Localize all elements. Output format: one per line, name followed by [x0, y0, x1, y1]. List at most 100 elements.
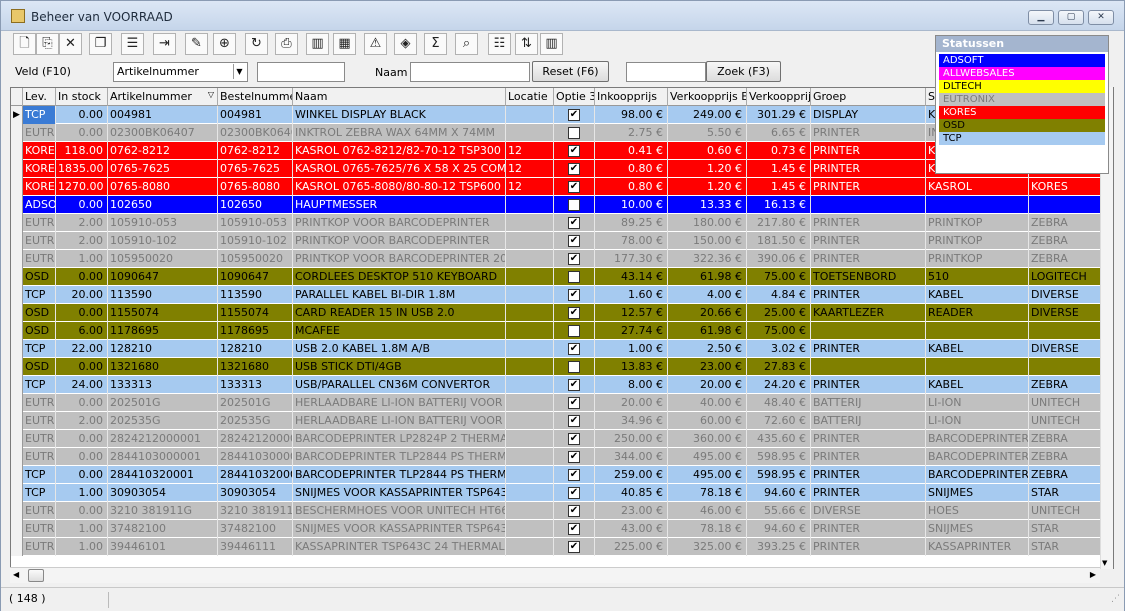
- row-indicator[interactable]: [11, 394, 23, 412]
- checkbox-checked[interactable]: ✔: [568, 451, 580, 463]
- delete-button[interactable]: ✕: [59, 33, 82, 55]
- status-item[interactable]: OSD: [939, 119, 1105, 132]
- binoculars-button[interactable]: ⊕: [213, 33, 236, 55]
- field-select[interactable]: Artikelnummer ▼: [113, 62, 248, 82]
- search-button[interactable]: Zoek (F3): [706, 61, 781, 82]
- checkbox-checked[interactable]: ✔: [568, 307, 580, 319]
- scroll-right-icon[interactable]: ▶: [1090, 570, 1096, 579]
- status-item[interactable]: ADSOFT: [939, 54, 1105, 67]
- new-button[interactable]: 🗋: [13, 33, 36, 55]
- row-indicator[interactable]: [11, 196, 23, 214]
- table-row[interactable]: OSD 0.00 1090647 1090647 CORDLEES DESKTOP 51…: [11, 268, 1113, 286]
- row-indicator[interactable]: [11, 376, 23, 394]
- row-indicator[interactable]: [11, 178, 23, 196]
- zoom-button[interactable]: ⌕: [455, 33, 478, 55]
- column-header-best[interactable]: Bestelnummer: [218, 88, 293, 106]
- checkbox-checked[interactable]: ✔: [568, 217, 580, 229]
- horizontal-scroll-thumb[interactable]: [28, 569, 44, 582]
- list-button[interactable]: ☷: [488, 33, 511, 55]
- horizontal-scrollbar[interactable]: ◀ ▶: [10, 567, 1100, 583]
- table-row[interactable]: EUTR0.003210 381911G3210 381911GBESCHERM…: [11, 502, 1113, 520]
- table-row[interactable]: OSD 6.00 1178695 1178695 MCAFEE 27.74 €61.98 …: [11, 322, 1113, 340]
- checkbox-unchecked[interactable]: [568, 361, 580, 373]
- table-row[interactable]: EUTR 1.00 105950020 105950020 PRINTKOP VOOR …: [11, 250, 1113, 268]
- column-header-opt[interactable]: Optie 3: [554, 88, 595, 106]
- columns-button[interactable]: ▥: [540, 33, 563, 55]
- row-indicator[interactable]: [11, 484, 23, 502]
- row-indicator[interactable]: [11, 340, 23, 358]
- export-button[interactable]: ⇥: [153, 33, 176, 55]
- table-row[interactable]: TCP 22.00 128210 128210 USB 2.0 KABEL 1.8M A…: [11, 340, 1113, 358]
- checkbox-checked[interactable]: ✔: [568, 505, 580, 517]
- table-row[interactable]: EUTR0.002844103000001284410300000BARCODE…: [11, 448, 1113, 466]
- table-row[interactable]: KORE 1270.00 0765-8080 0765-8080 KASROL 0765…: [11, 178, 1113, 196]
- column-header-vk[interactable]: Verkoopprijs: [747, 88, 811, 106]
- row-indicator[interactable]: [11, 358, 23, 376]
- row-indicator[interactable]: [11, 448, 23, 466]
- row-indicator[interactable]: [11, 304, 23, 322]
- barcode-print-button[interactable]: ▦: [333, 33, 356, 55]
- row-indicator[interactable]: [11, 538, 23, 556]
- reset-button[interactable]: Reset (F6): [532, 61, 609, 82]
- refresh-button[interactable]: ↻: [245, 33, 268, 55]
- column-header-stock[interactable]: In stock: [56, 88, 108, 106]
- checkbox-checked[interactable]: ✔: [568, 469, 580, 481]
- row-indicator[interactable]: [11, 466, 23, 484]
- checkbox-checked[interactable]: ✔: [568, 163, 580, 175]
- title-bar[interactable]: Beheer van VOORRAAD ▁ ▢ ✕: [1, 1, 1124, 31]
- checkbox-unchecked[interactable]: [568, 271, 580, 283]
- checkbox-checked[interactable]: ✔: [568, 487, 580, 499]
- resize-grip-icon[interactable]: ⋰: [1111, 594, 1120, 604]
- table-row[interactable]: EUTR 2.00 202535G 202535G HERLAADBARE LI-ION…: [11, 412, 1113, 430]
- checkbox-checked[interactable]: ✔: [568, 145, 580, 157]
- table-row[interactable]: EUTR 1.00 37482100 37482100 SNIJMES VOOR KAS…: [11, 520, 1113, 538]
- column-header-lev[interactable]: Lev.: [23, 88, 56, 106]
- table-row[interactable]: EUTR 2.00 105910-102 105910-102 PRINTKOP VOO…: [11, 232, 1113, 250]
- row-indicator[interactable]: [11, 268, 23, 286]
- scroll-left-icon[interactable]: ◀: [13, 570, 19, 579]
- column-header-groep[interactable]: Groep: [811, 88, 926, 106]
- row-indicator[interactable]: [11, 520, 23, 538]
- column-header-loc[interactable]: Locatie: [506, 88, 554, 106]
- checkbox-checked[interactable]: ✔: [568, 343, 580, 355]
- checkbox-checked[interactable]: ✔: [568, 523, 580, 535]
- sum-button[interactable]: Σ: [424, 33, 447, 55]
- table-row[interactable]: TCP 20.00 113590 113590 PARALLEL KABEL BI-DI…: [11, 286, 1113, 304]
- row-indicator[interactable]: [11, 160, 23, 178]
- map-button[interactable]: ◈: [394, 33, 417, 55]
- row-indicator[interactable]: [11, 322, 23, 340]
- name-input[interactable]: [410, 62, 530, 82]
- warning-button[interactable]: ⚠: [364, 33, 387, 55]
- checkbox-checked[interactable]: ✔: [568, 397, 580, 409]
- column-header-vex[interactable]: Verkoopprijs Ex: [668, 88, 747, 106]
- table-row[interactable]: ADSO 0.00 102650 102650 HAUPTMESSER 10.00 €13…: [11, 196, 1113, 214]
- checkbox-checked[interactable]: ✔: [568, 109, 580, 121]
- sort-button[interactable]: ⇅: [515, 33, 538, 55]
- status-item[interactable]: EUTRONIX: [939, 93, 1105, 106]
- field-value-input[interactable]: [257, 62, 345, 82]
- minimize-button[interactable]: ▁: [1028, 10, 1054, 25]
- status-item[interactable]: KORES: [939, 106, 1105, 119]
- column-header-art[interactable]: Artikelnummer ▽: [108, 88, 218, 106]
- barcode-button[interactable]: ▥: [306, 33, 329, 55]
- table-row[interactable]: TCP 24.00 133313 133313 USB/PARALLEL CN36M C…: [11, 376, 1113, 394]
- copy-button[interactable]: ❐: [89, 33, 112, 55]
- checkbox-checked[interactable]: ✔: [568, 253, 580, 265]
- properties-button[interactable]: ☰: [121, 33, 144, 55]
- column-header-naam[interactable]: Naam: [293, 88, 506, 106]
- current-row-arrow-icon[interactable]: ▶: [11, 106, 23, 124]
- status-item[interactable]: TCP: [939, 132, 1105, 145]
- checkbox-checked[interactable]: ✔: [568, 415, 580, 427]
- table-row[interactable]: OSD 0.00 1321680 1321680 USB STICK DTI/4GB 13…: [11, 358, 1113, 376]
- copy-record-button[interactable]: ⎘: [36, 33, 59, 55]
- row-indicator[interactable]: [11, 502, 23, 520]
- column-header-ink[interactable]: Inkoopprijs: [595, 88, 668, 106]
- scroll-down-icon[interactable]: ▼: [1102, 559, 1107, 567]
- table-row[interactable]: EUTR 1.00 39446101 39446111 KASSAPRINTER TSP…: [11, 538, 1113, 556]
- table-row[interactable]: EUTR 0.00 202501G 202501G HERLAADBARE LI-ION…: [11, 394, 1113, 412]
- row-indicator[interactable]: [11, 142, 23, 160]
- print-button[interactable]: ⎙: [275, 33, 298, 55]
- row-indicator[interactable]: [11, 214, 23, 232]
- table-row[interactable]: EUTR0.002824212000001282421200000BARCODE…: [11, 430, 1113, 448]
- checkbox-checked[interactable]: ✔: [568, 235, 580, 247]
